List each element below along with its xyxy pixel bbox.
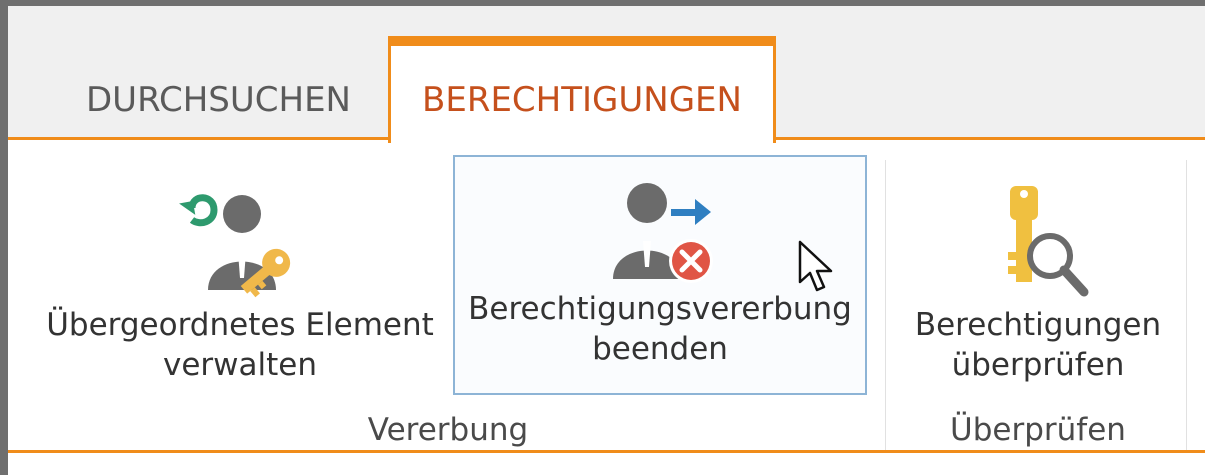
tab-strip: DURCHSUCHEN BERECHTIGUNGEN xyxy=(8,6,1205,143)
group-separator xyxy=(1186,160,1187,450)
tab-browse[interactable]: DURCHSUCHEN xyxy=(56,70,381,130)
check-permissions-label-line2: überprüfen xyxy=(951,347,1125,383)
check-permissions-button[interactable]: Berechtigungen überprüfen xyxy=(888,170,1188,405)
mouse-pointer-icon xyxy=(798,240,833,292)
check-permissions-icon xyxy=(1008,186,1089,297)
group-separator xyxy=(885,160,886,450)
check-permissions-label-line1: Berechtigungen xyxy=(914,307,1162,343)
group-label-check: Überprüfen xyxy=(950,412,1126,448)
ribbon-window: DURCHSUCHEN BERECHTIGUNGEN Übergeordnete… xyxy=(0,0,1205,475)
stop-inheriting-label-line2: beenden xyxy=(592,331,728,367)
manage-parent-label-line1: Übergeordnetes Element xyxy=(46,307,434,343)
group-label-inheritance: Vererbung xyxy=(367,412,529,448)
stop-inheriting-permissions-icon xyxy=(613,183,713,283)
ribbon-bottom-line xyxy=(8,450,1205,453)
manage-parent-button[interactable]: Übergeordnetes Element verwalten xyxy=(20,170,460,405)
tab-permissions[interactable]: BERECHTIGUNGEN xyxy=(388,36,776,143)
ribbon-body: Übergeordnetes Element verwalten Berecht… xyxy=(8,140,1205,450)
manage-parent-label-line2: verwalten xyxy=(162,347,317,383)
manage-parent-permissions-icon xyxy=(179,194,291,298)
